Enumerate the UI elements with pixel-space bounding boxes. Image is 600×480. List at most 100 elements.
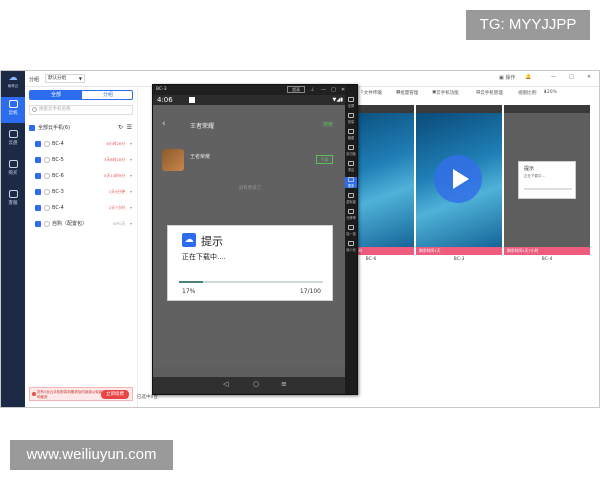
mini-progress-bar [524, 188, 572, 190]
download-button[interactable]: 下载 [316, 155, 333, 164]
nav-item-support[interactable]: 客服 [1, 187, 25, 213]
android-status-bar: 4:06 ▼◢▮ [153, 95, 347, 105]
chevron-down-icon[interactable]: ▾ [130, 171, 132, 181]
list-item[interactable]: 自购（配置包） VIP1天 ▾ [35, 219, 133, 229]
checkbox-checked[interactable] [35, 157, 41, 163]
shake-tool[interactable]: 摇一摇 [345, 225, 357, 236]
phone-window[interactable]: BC-3 超清 ⊥ — □ ✕ 4:06 ▼◢▮ ‹ 王者荣耀 搜索 王者荣耀 … [152, 84, 358, 395]
maximize-icon[interactable]: □ [331, 85, 336, 95]
phone-screen[interactable]: 4:06 ▼◢▮ ‹ 王者荣耀 搜索 王者荣耀 下载 没有更多了 ☁ 提示 正在… [153, 95, 347, 393]
recents-icon[interactable]: ≡ [281, 380, 287, 388]
tool-label: 截图 [347, 136, 355, 140]
card-footer-text: 剩余时间1天 [419, 248, 441, 253]
renewal-banner: 您有3台云手机即将到期请及时续费以免影响使用 立即续费 [29, 387, 133, 401]
device-panel: 全部 分组 搜索云手机名称 全部云手机(6) ↻ ☰ BC-4 6小时28分 ▾ … [25, 87, 138, 407]
nav-item-cloud-phone[interactable]: 云机 [1, 97, 25, 123]
list-item[interactable]: BC-5 3天6时18分 ▾ [35, 155, 133, 165]
cloud-icon [8, 130, 18, 138]
device-time: VIP1天 [112, 221, 125, 226]
chevron-down-icon[interactable]: ▾ [130, 219, 132, 229]
nav-item-cloud-disk[interactable]: 云盘 [1, 127, 25, 153]
resolution-icon [348, 209, 354, 214]
volume-tool[interactable]: 音量 [345, 113, 357, 124]
close-icon[interactable]: ✕ [587, 74, 591, 80]
device-icon [44, 221, 50, 227]
view-scale-value: 120% [544, 90, 557, 95]
clipboard-icon [348, 145, 354, 150]
search-query[interactable]: 王者荣耀 [190, 121, 214, 130]
back-icon[interactable]: ◁ [223, 380, 228, 388]
checkbox-checked[interactable] [35, 141, 41, 147]
card-footer: 剩余时间1天 [416, 247, 502, 255]
minimize-icon[interactable]: — [551, 74, 556, 80]
mini-dialog-text: 正在下载中... [524, 174, 545, 178]
camera-icon [348, 129, 354, 134]
tool-label: 音量 [347, 120, 355, 124]
device-name: BC-6 [52, 173, 64, 179]
list-item[interactable]: BC-6 5天14时9分 ▾ [35, 171, 133, 181]
list-item[interactable]: BC-4 2天7小时 ▾ [35, 203, 133, 213]
checkbox-checked[interactable] [29, 124, 35, 131]
headset-icon [8, 190, 18, 198]
quality-value: 超清 [292, 87, 300, 92]
maximize-icon[interactable]: □ [569, 74, 574, 80]
list-item[interactable]: BC-3 1天9分钟 ▾ [35, 187, 133, 197]
pin-icon[interactable]: ⊥ [310, 85, 314, 95]
card-footer: 剩余时间2天7小时 [504, 247, 590, 255]
play-icon[interactable] [434, 155, 482, 203]
chevron-down-icon[interactable]: ▾ [130, 203, 132, 213]
minimize-tool[interactable]: 最小化 [345, 241, 357, 252]
file-transfer-button[interactable]: ⇪ 文件传输 [360, 90, 382, 96]
phone-title-bar[interactable]: BC-3 超清 ⊥ — □ ✕ [153, 85, 347, 95]
tool-label: 摇一摇 [346, 232, 356, 236]
chevron-down-icon[interactable]: ▾ [130, 187, 132, 197]
back-arrow-icon[interactable]: ‹ [162, 119, 166, 129]
download-progress-bar [179, 281, 323, 283]
operate-button[interactable]: ▣ 操作 [499, 74, 515, 81]
search-button[interactable]: 搜索 [323, 121, 333, 128]
phone-manage-button[interactable]: ▤ 云手机管理 [476, 90, 503, 96]
checkbox-checked[interactable] [35, 173, 41, 179]
device-name: BC-5 [52, 157, 64, 163]
logo-text: 雨林云 [7, 84, 19, 88]
keyboard-icon [348, 193, 354, 198]
refresh-icon[interactable]: ↻ [118, 123, 123, 133]
cloud-logo-icon: ☁ [8, 73, 18, 83]
bell-icon[interactable]: 🔔 [525, 74, 531, 80]
checkbox-checked[interactable] [35, 221, 41, 227]
checkbox-checked[interactable] [35, 189, 41, 195]
tool-label: 最小化 [346, 248, 356, 252]
select-all-row[interactable]: 全部云手机(6) ↻ ☰ [29, 123, 133, 133]
tab-group[interactable]: 分组 [82, 91, 132, 99]
device-card-bc3[interactable] [416, 105, 502, 255]
device-card-bc4[interactable]: 提示 正在下载中... [504, 105, 590, 255]
volume-icon [348, 113, 354, 118]
more-tool[interactable]: 更多 [345, 177, 357, 188]
search-input[interactable]: 搜索云手机名称 [29, 105, 133, 115]
renew-button[interactable]: 立即续费 [101, 390, 129, 399]
quality-select[interactable]: 超清 [287, 86, 305, 93]
chevron-down-icon[interactable]: ▾ [130, 139, 132, 149]
list-view-icon[interactable]: ☰ [127, 123, 132, 133]
tool-label: 分辨率 [346, 216, 356, 220]
resolution-tool[interactable]: 分辨率 [345, 209, 357, 220]
virtual-key-tool[interactable]: 虚拟键 [345, 193, 357, 204]
phone-function-button[interactable]: ▣ 云手机功能 [432, 90, 459, 96]
nav-item-buy[interactable]: 购买 [1, 157, 25, 183]
list-item[interactable]: BC-4 6小时28分 ▾ [35, 139, 133, 149]
tab-all[interactable]: 全部 [30, 91, 82, 99]
reboot-tool[interactable]: 重启 [345, 161, 357, 172]
clipboard-tool[interactable]: 剪切板 [345, 145, 357, 156]
batch-manage-button[interactable]: ▦ 批量管理 [396, 90, 418, 96]
home-icon[interactable]: ○ [253, 380, 259, 388]
tool-label: 虚拟键 [346, 200, 356, 204]
view-scale-select[interactable]: 120% ▾ [544, 90, 557, 95]
checkbox-checked[interactable] [35, 205, 41, 211]
status-time: 4:06 [157, 96, 173, 104]
group-select[interactable]: 默认分组 ▼ [45, 74, 85, 83]
chevron-down-icon[interactable]: ▾ [130, 155, 132, 165]
fullscreen-tool[interactable]: 全屏 [345, 97, 357, 108]
progress-percent: 17% [182, 288, 196, 295]
minimize-icon[interactable]: — [321, 85, 326, 95]
screenshot-tool[interactable]: 截图 [345, 129, 357, 140]
